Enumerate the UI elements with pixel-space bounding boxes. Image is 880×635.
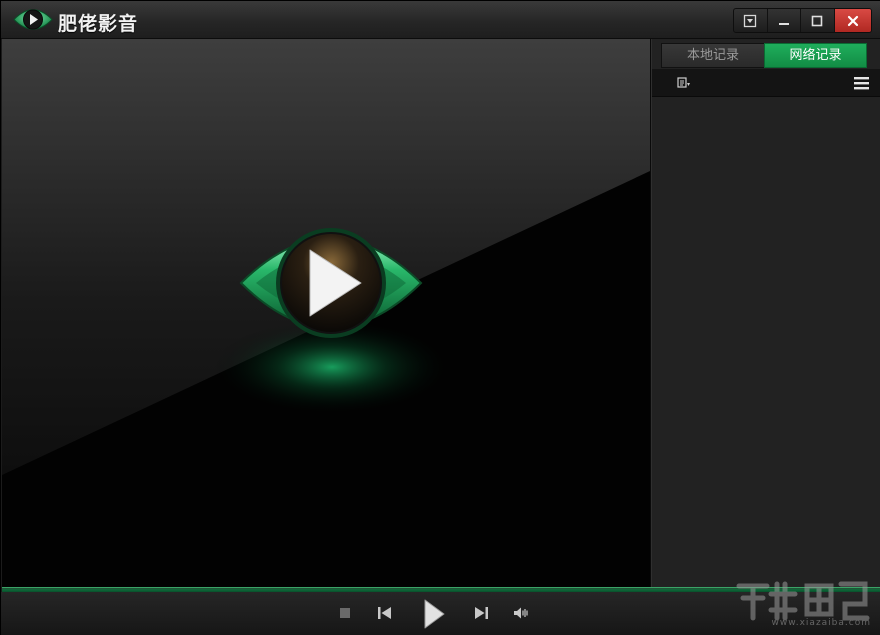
stop-button[interactable]: [338, 606, 352, 620]
previous-icon: [378, 607, 391, 619]
next-button[interactable]: [472, 605, 490, 621]
volume-button[interactable]: [512, 605, 530, 621]
playlist-icon[interactable]: [677, 77, 691, 89]
play-icon: [424, 599, 445, 629]
history-toolbar: [652, 69, 880, 97]
close-button[interactable]: [834, 9, 871, 32]
watermark-text: www.xiazaiba.com: [771, 618, 871, 628]
previous-button[interactable]: [376, 605, 394, 621]
play-button[interactable]: [419, 597, 449, 631]
minimize-button[interactable]: [768, 9, 802, 32]
maximize-button[interactable]: [801, 9, 835, 32]
title-bar[interactable]: 肥佬影音: [1, 1, 880, 39]
history-tabs: 本地记录 网络记录: [661, 43, 867, 68]
maximize-icon: [811, 15, 823, 26]
player-window: 肥佬影音 本地记录 网络记录 www.xiazaiba.com: [0, 0, 880, 635]
window-controls: [733, 8, 872, 33]
stop-icon: [340, 608, 350, 618]
minimize-icon: [778, 22, 789, 25]
dropdown-menu-button[interactable]: [734, 9, 768, 32]
center-play-button[interactable]: [238, 216, 424, 350]
app-logo-icon: [13, 9, 53, 30]
app-title: 肥佬影音: [58, 13, 139, 35]
next-icon: [475, 607, 488, 619]
tab-network-history[interactable]: 网络记录: [764, 43, 867, 68]
dropdown-menu-icon: [744, 14, 757, 27]
tab-local-history[interactable]: 本地记录: [661, 43, 764, 68]
history-panel: 本地记录 网络记录: [652, 39, 880, 587]
video-area[interactable]: [2, 39, 650, 587]
volume-icon: [514, 607, 528, 619]
menu-icon[interactable]: [854, 76, 869, 90]
close-icon: [847, 15, 858, 26]
